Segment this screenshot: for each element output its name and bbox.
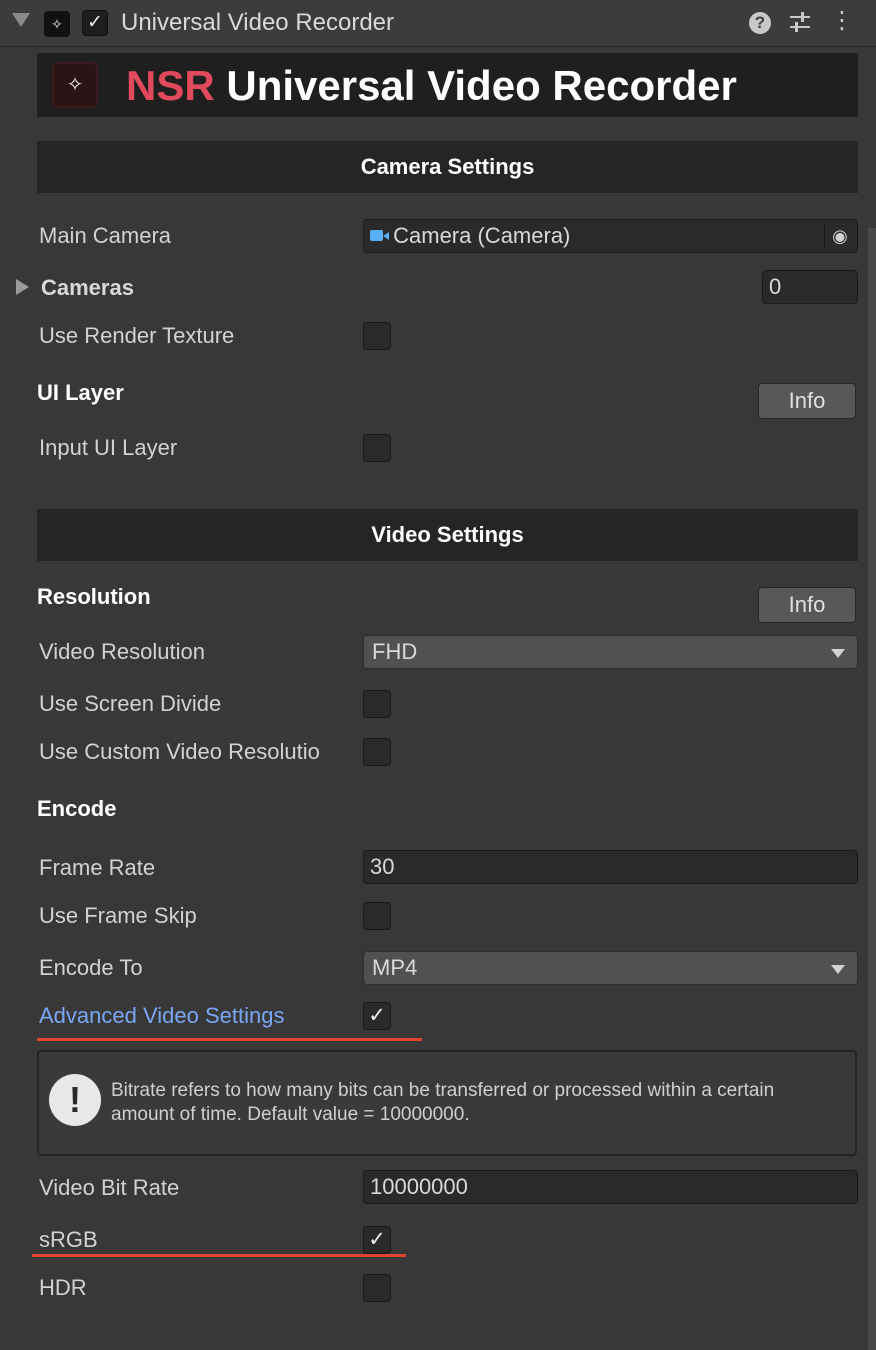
use-frame-skip-checkbox[interactable] (363, 902, 391, 930)
use-custom-resolution-label: Use Custom Video Resolutio (39, 739, 320, 764)
cameras-label[interactable]: Cameras (41, 273, 134, 303)
frame-rate-label: Frame Rate (39, 855, 156, 880)
bitrate-help-text: Bitrate refers to how many bits can be t… (111, 1080, 775, 1125)
use-render-texture-label: Use Render Texture (39, 323, 235, 348)
encode-to-label: Encode To (39, 955, 143, 980)
input-ui-layer-checkbox[interactable] (363, 434, 391, 462)
highlight-underline (32, 1254, 406, 1257)
hdr-checkbox[interactable] (363, 1274, 391, 1302)
dropdown-arrow-icon (831, 649, 845, 658)
foldout-arrow-icon[interactable] (12, 13, 30, 27)
camera-settings-header: Camera Settings (37, 141, 858, 193)
main-camera-field[interactable]: Camera (Camera) ◉ (363, 219, 858, 253)
banner-accent-text: NSR (126, 62, 215, 109)
main-camera-value: Camera (Camera) (393, 223, 571, 248)
resolution-info-button[interactable]: Info (758, 587, 856, 623)
component-script-icon: ✧ (44, 11, 70, 37)
use-frame-skip-label: Use Frame Skip (39, 903, 197, 928)
use-screen-divide-label: Use Screen Divide (39, 691, 222, 716)
encode-heading: Encode (37, 796, 117, 821)
help-icon[interactable]: ? (749, 12, 771, 34)
more-menu-icon[interactable]: ⋮ (830, 6, 854, 36)
encode-to-value: MP4 (372, 955, 418, 980)
srgb-checkbox[interactable]: ✓ (363, 1226, 391, 1254)
frame-rate-field[interactable]: 30 (363, 850, 858, 884)
object-picker-icon[interactable]: ◉ (824, 222, 855, 250)
advanced-video-settings-checkbox[interactable]: ✓ (363, 1002, 391, 1030)
main-camera-label: Main Camera (39, 223, 172, 248)
video-settings-header: Video Settings (37, 509, 858, 561)
use-screen-divide-checkbox[interactable] (363, 690, 391, 718)
encode-to-dropdown[interactable]: MP4 (363, 951, 858, 985)
banner-main-text: Universal Video Recorder (226, 62, 737, 109)
dropdown-arrow-icon (831, 965, 845, 974)
video-bit-rate-label: Video Bit Rate (39, 1175, 180, 1200)
resolution-heading: Resolution (37, 584, 151, 609)
scrollbar[interactable] (868, 228, 876, 1350)
highlight-underline (37, 1038, 422, 1041)
presets-icon[interactable] (788, 10, 812, 34)
advanced-video-settings-label: Advanced Video Settings (39, 1003, 285, 1028)
video-resolution-value: FHD (372, 639, 418, 664)
input-ui-layer-label: Input UI Layer (39, 435, 178, 460)
banner-title: NSR Universal Video Recorder (126, 61, 737, 111)
hdr-label: HDR (39, 1275, 87, 1300)
cameras-foldout-arrow-icon[interactable] (16, 279, 29, 295)
cameras-count-field[interactable]: 0 (762, 270, 858, 304)
video-resolution-label: Video Resolution (39, 639, 205, 664)
nsr-logo-icon: ✧ (52, 62, 98, 108)
video-bit-rate-field[interactable]: 10000000 (363, 1170, 858, 1204)
component-enabled-checkbox[interactable]: ✓ (82, 10, 108, 36)
use-custom-resolution-checkbox[interactable] (363, 738, 391, 766)
camera-icon (370, 230, 389, 241)
video-resolution-dropdown[interactable]: FHD (363, 635, 858, 669)
ui-layer-info-button[interactable]: Info (758, 383, 856, 419)
srgb-label: sRGB (39, 1227, 98, 1252)
ui-layer-heading: UI Layer (37, 380, 124, 405)
warning-icon: ! (49, 1074, 101, 1126)
use-render-texture-checkbox[interactable] (363, 322, 391, 350)
component-title: Universal Video Recorder (121, 9, 395, 36)
